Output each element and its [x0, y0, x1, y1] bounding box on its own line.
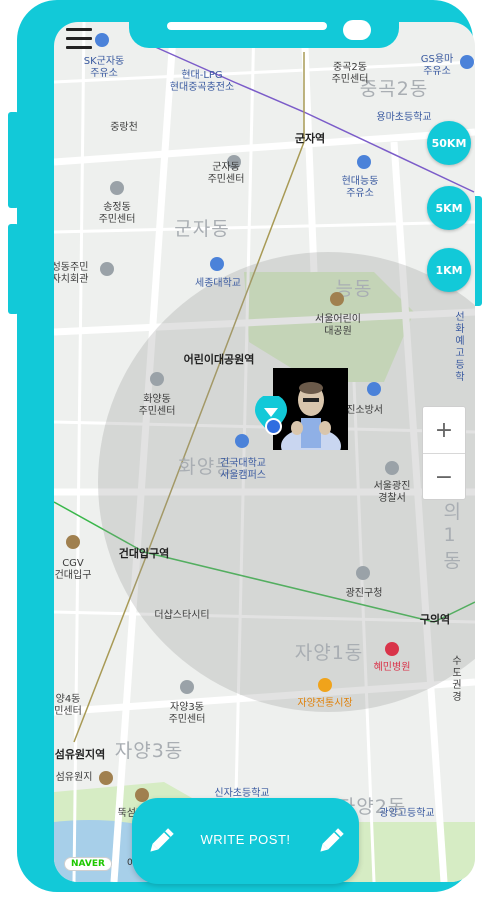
- landmark-icon: [100, 262, 114, 276]
- map-label: 수도권경: [452, 656, 462, 703]
- map-label: 송정동 주민센터: [98, 202, 136, 225]
- government-office-icon: [180, 680, 194, 694]
- map-label: 용마초등학교: [376, 112, 432, 123]
- map-label: 현대-LPG 현대중곡충전소: [169, 70, 235, 93]
- current-location-dot: [265, 418, 282, 435]
- map-label: CGV 건대입구: [54, 558, 92, 581]
- school-icon: [235, 434, 249, 448]
- map-label: 섬유원지: [55, 772, 93, 783]
- gas-station-icon: [95, 33, 109, 47]
- government-office-icon: [356, 566, 370, 580]
- police-icon: [385, 461, 399, 475]
- government-office-icon: [110, 181, 124, 195]
- district-jayang1: 자양1동: [294, 642, 364, 664]
- gas-station-icon: [357, 155, 371, 169]
- radius-50km-button[interactable]: 50KM: [427, 121, 471, 165]
- map-label: 선화예 고등학: [455, 312, 465, 383]
- map-label: 광양고등학교: [379, 808, 435, 819]
- district-guui1: 의1동: [443, 501, 462, 572]
- map-label: 중랑천: [110, 122, 138, 133]
- radius-5km-button[interactable]: 5KM: [427, 186, 471, 230]
- district-junggok2: 중곡2동: [359, 78, 429, 100]
- cinema-icon: [66, 535, 80, 549]
- government-office-icon: [150, 372, 164, 386]
- map-label: 성동주민 자치회관: [54, 262, 89, 285]
- radius-1km-button[interactable]: 1KM: [427, 248, 471, 292]
- notch-camera: [343, 20, 371, 40]
- phone-frame: 중곡2동 군자동 능동 화양동 의1동 자양1동 자양3동 자양2동 SK군자동…: [17, 0, 475, 892]
- map-label: 혜민병원: [373, 662, 411, 673]
- map-label: GS용마 주유소: [420, 54, 454, 77]
- zoom-control: + −: [422, 406, 466, 500]
- district-gunja: 군자동: [174, 218, 230, 240]
- menu-icon[interactable]: [66, 28, 92, 50]
- pencil-icon: [320, 828, 344, 852]
- map-label: 중곡2동 주민센터: [331, 62, 369, 85]
- map-label: 건국대학교 서울캠퍼스: [220, 458, 266, 481]
- map-label: 서울광진 경찰서: [373, 481, 411, 504]
- map-label: 현대능동 주유소: [341, 176, 379, 199]
- map-label: 세종대학교: [195, 278, 241, 289]
- zoom-out-button[interactable]: −: [423, 454, 465, 500]
- map-label: 구의역: [419, 613, 451, 626]
- notch-speaker: [167, 22, 327, 30]
- map-label: 군자역: [294, 132, 326, 145]
- map-label: 서울어린이 대공원: [315, 314, 361, 337]
- park-icon: [330, 292, 344, 306]
- gas-station-icon: [460, 55, 474, 69]
- map-label: 화양동 주민센터: [138, 394, 176, 417]
- map-label: 자양전통시장: [297, 698, 353, 709]
- map-label: 어린이대공원역: [183, 353, 255, 366]
- write-post-button[interactable]: WRITE POST!: [132, 798, 359, 884]
- district-jayang3: 자양3동: [114, 740, 184, 762]
- map-label: 건대입구역: [118, 547, 170, 560]
- map-label: 자양3동 주민센터: [168, 702, 206, 725]
- market-icon: [318, 678, 332, 692]
- fire-station-icon: [367, 382, 381, 396]
- map-label: 양4동 민센터: [54, 694, 82, 717]
- map-label: 섬유원지역: [54, 748, 106, 761]
- zoom-in-button[interactable]: +: [423, 407, 465, 454]
- map-label: 더샵스타시티: [154, 610, 210, 621]
- school-icon: [210, 257, 224, 271]
- hospital-icon: [385, 642, 399, 656]
- map-label: SK군자동 주유소: [83, 56, 125, 79]
- map-label: 광진구청: [345, 588, 383, 599]
- park-icon: [99, 771, 113, 785]
- naver-badge: NAVER: [64, 857, 112, 871]
- map-screen[interactable]: 중곡2동 군자동 능동 화양동 의1동 자양1동 자양3동 자양2동 SK군자동…: [54, 22, 475, 882]
- map-label: 군자동 주민센터: [207, 162, 245, 185]
